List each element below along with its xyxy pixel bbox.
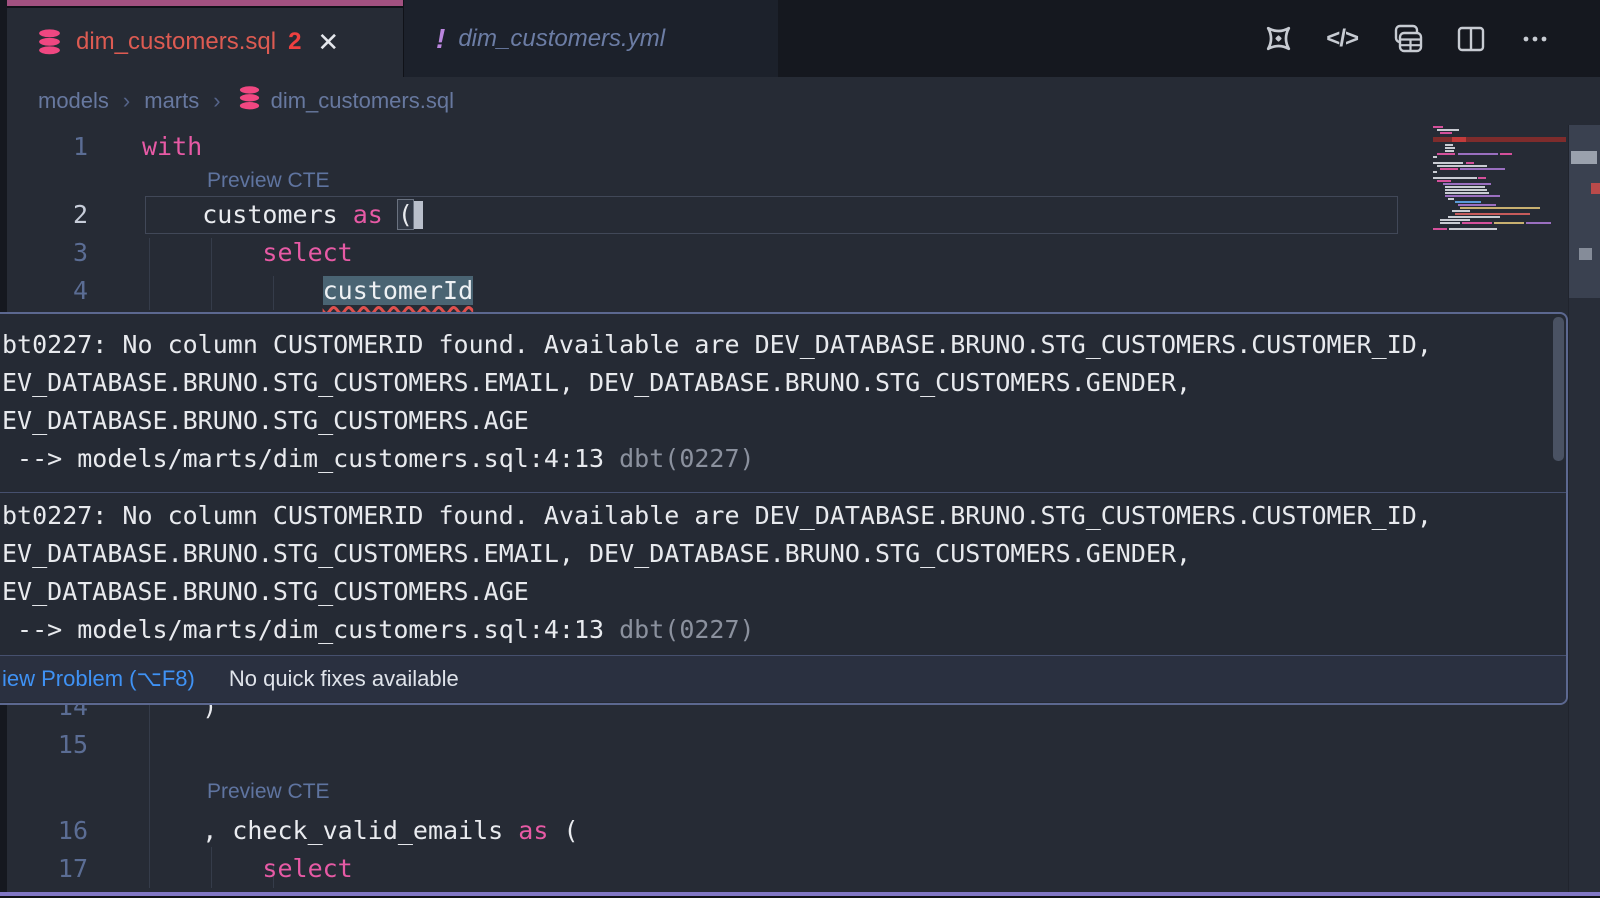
code-line: 4 customerId [0,272,1600,310]
code-token [142,854,262,883]
compiled-code-icon[interactable]: </> [1326,25,1358,53]
error-source-code: dbt(0227) [619,615,754,644]
tab-title: dim_customers.sql [76,28,276,56]
error-message-block: bt0227: No column CUSTOMERID found. Avai… [0,493,1566,655]
code-token: select [262,854,352,883]
breadcrumb-models[interactable]: models [38,88,109,114]
code-text[interactable]: select [142,238,353,267]
tab-dim-customers-yml[interactable]: ! dim_customers.yml [403,0,778,77]
chevron-right-icon: › [213,88,220,114]
ruler-mark [1579,248,1592,260]
code-line: 1 with [0,128,1600,166]
code-line: 2 customers as ( [0,196,1600,234]
codelens-preview-cte[interactable]: Preview CTE [207,169,330,192]
query-results-icon[interactable] [1388,21,1424,57]
code-text[interactable]: select [142,854,353,883]
code-line: 16 , check_valid_emails as ( [0,812,1600,850]
hover-scrollbar-thumb[interactable] [1553,317,1564,461]
error-hover-panel: bt0227: No column CUSTOMERID found. Avai… [0,312,1568,705]
tab-dim-customers-sql[interactable]: dim_customers.sql 2 ✕ [7,0,403,77]
error-source-code: dbt(0227) [619,444,754,473]
error-text: --> models/marts/dim_customers.sql:4:13 [2,615,619,644]
error-text: bt0227: No column CUSTOMERID found. Avai… [2,501,1432,530]
line-number: 15 [0,726,88,764]
error-message-line: --> models/marts/dim_customers.sql:4:13 … [2,611,1566,649]
code-token: ( [548,816,578,845]
line-number: 2 [0,196,88,234]
error-text: EV_DATABASE.BRUNO.STG_CUSTOMERS.AGE [2,406,529,435]
code-line: 15 [0,726,1600,764]
error-message-line: EV_DATABASE.BRUNO.STG_CUSTOMERS.AGE [2,573,1566,611]
tab-title: dim_customers.yml [458,25,665,53]
warning-icon: ! [436,23,445,55]
more-actions-icon[interactable] [1518,22,1552,56]
code-token [142,238,262,267]
error-message-line: EV_DATABASE.BRUNO.STG_CUSTOMERS.AGE [2,402,1566,440]
error-message-line: --> models/marts/dim_customers.sql:4:13 … [2,440,1566,478]
code-line: 17 select [0,850,1600,888]
code-token: , check_valid_emails [142,816,518,845]
code-text[interactable]: , check_valid_emails as ( [142,816,579,845]
view-problem-link[interactable]: iew Problem (⌥F8) [2,666,195,692]
error-message-block: bt0227: No column CUSTOMERID found. Avai… [0,314,1566,492]
error-text: --> models/marts/dim_customers.sql:4:13 [2,444,619,473]
codelens-preview-cte[interactable]: Preview CTE [207,780,330,803]
database-icon [36,28,63,56]
error-text: EV_DATABASE.BRUNO.STG_CUSTOMERS.AGE [2,577,529,606]
error-text: bt0227: No column CUSTOMERID found. Avai… [2,330,1432,359]
code-token: select [262,238,352,267]
hover-status-bar: iew Problem (⌥F8) No quick fixes availab… [0,655,1566,702]
editor-code-bottom: 14 )15Preview CTE16 , check_valid_emails… [0,688,1600,888]
error-text: EV_DATABASE.BRUNO.STG_CUSTOMERS.EMAIL, D… [2,539,1191,568]
chevron-right-icon: › [123,88,130,114]
code-token: as [518,816,548,845]
error-message-line: EV_DATABASE.BRUNO.STG_CUSTOMERS.EMAIL, D… [2,535,1566,573]
ruler-mark [1571,151,1597,164]
minimap[interactable] [1433,124,1568,234]
close-icon[interactable]: ✕ [317,29,339,55]
editor-actions: </> [1261,0,1552,77]
error-message-line: bt0227: No column CUSTOMERID found. Avai… [2,326,1566,364]
split-editor-icon[interactable] [1454,22,1488,56]
line-number: 17 [0,850,88,888]
breadcrumb: models › marts › dim_customers.sql [7,77,1600,125]
line-number: 4 [0,272,88,310]
tab-bar: dim_customers.sql 2 ✕ ! dim_customers.ym… [0,0,1600,77]
error-token: customerId [323,276,474,305]
database-icon [237,85,262,117]
code-text[interactable]: with [142,132,202,161]
line-number: 1 [0,128,88,166]
error-message-line: EV_DATABASE.BRUNO.STG_CUSTOMERS.EMAIL, D… [2,364,1566,402]
error-text: EV_DATABASE.BRUNO.STG_CUSTOMERS.EMAIL, D… [2,368,1191,397]
code-token [142,276,323,305]
current-line-highlight [145,196,1398,234]
overview-ruler[interactable] [1568,125,1600,898]
code-line: 3 select [0,234,1600,272]
ruler-error-mark [1591,183,1600,194]
breadcrumb-file[interactable]: dim_customers.sql [271,88,454,114]
no-quick-fixes-label: No quick fixes available [229,666,459,692]
breadcrumb-marts[interactable]: marts [144,88,199,114]
dbt-icon[interactable] [1261,21,1296,56]
error-message-line: bt0227: No column CUSTOMERID found. Avai… [2,497,1566,535]
line-number: 16 [0,812,88,850]
code-token: with [142,132,202,161]
editor-code-top: 1 withPreview CTE 2 customers as (3 select… [0,125,1600,310]
line-number: 3 [0,234,88,272]
modified-count-badge: 2 [288,28,301,56]
code-text[interactable]: customerId [142,276,473,305]
